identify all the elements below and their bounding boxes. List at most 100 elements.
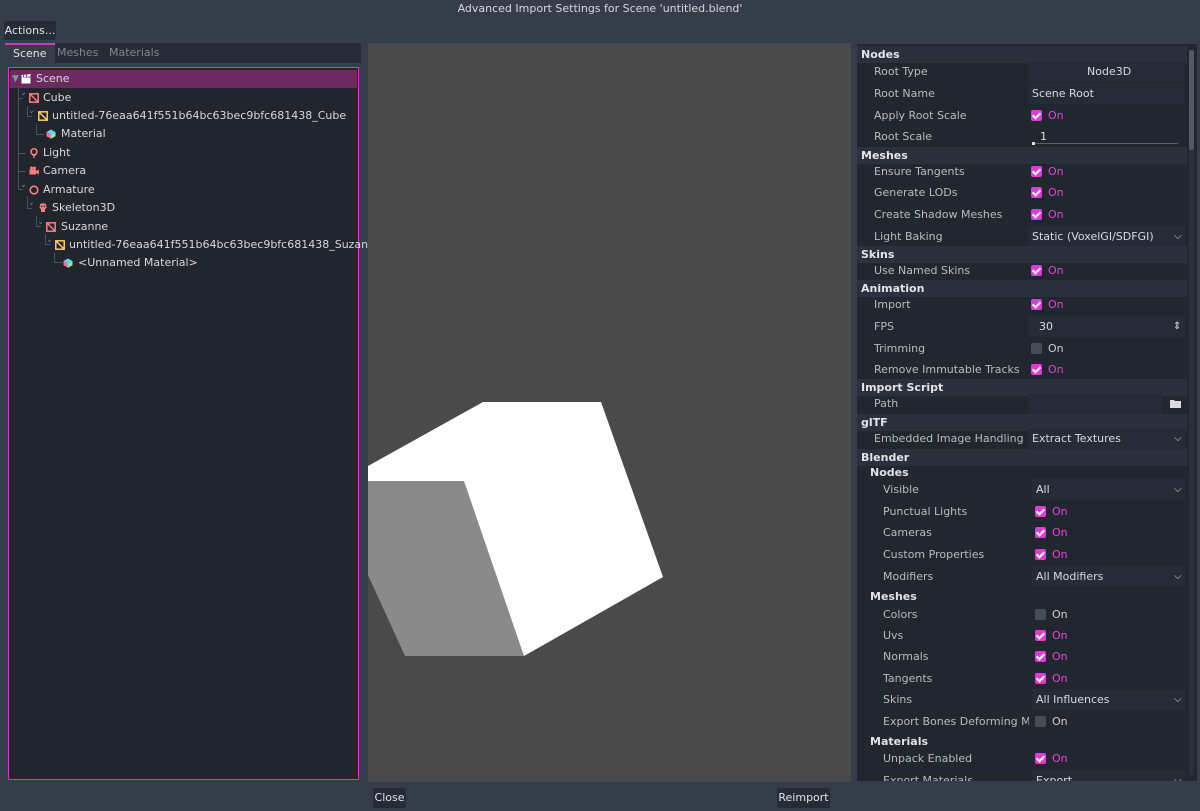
animation-import-checkbox[interactable] bbox=[1031, 299, 1042, 310]
use-named-skins-checkbox[interactable] bbox=[1031, 265, 1042, 276]
chevron-down-icon[interactable]: ⌵ bbox=[1174, 479, 1182, 500]
property-apply-root-scale[interactable]: Apply Root Scale On bbox=[857, 105, 1187, 126]
light-baking-dropdown[interactable]: Static (VoxelGI/SDFGI) bbox=[1032, 226, 1154, 247]
property-path[interactable]: Path bbox=[857, 393, 1187, 414]
close-button[interactable]: Close bbox=[373, 788, 406, 808]
path-input[interactable] bbox=[1028, 393, 1162, 414]
colors-checkbox[interactable] bbox=[1035, 609, 1046, 620]
folder-icon[interactable] bbox=[1170, 399, 1181, 408]
tree-item-label: Material bbox=[61, 127, 106, 140]
reimport-button[interactable]: Reimport bbox=[777, 788, 830, 808]
property-generate-lods[interactable]: Generate LODs On bbox=[857, 182, 1187, 203]
property-root-scale[interactable]: Root Scale 1 bbox=[857, 126, 1187, 147]
embedded-image-dropdown[interactable]: Extract Textures bbox=[1032, 428, 1121, 449]
property-use-named-skins[interactable]: Use Named Skins On bbox=[857, 260, 1187, 281]
property-uvs[interactable]: Uvs On bbox=[857, 625, 1187, 646]
mesh-icon bbox=[38, 111, 48, 121]
create-shadow-meshes-checkbox[interactable] bbox=[1031, 209, 1042, 220]
property-visible[interactable]: Visible All ⌵ bbox=[857, 479, 1187, 500]
export-bones-checkbox[interactable] bbox=[1035, 716, 1046, 727]
inspector-scrollbar-thumb[interactable] bbox=[1189, 50, 1194, 150]
property-remove-immutable-tracks[interactable]: Remove Immutable Tracks On bbox=[857, 359, 1187, 380]
chevron-down-icon[interactable]: ˅ bbox=[36, 218, 45, 236]
export-materials-dropdown[interactable]: Export bbox=[1036, 770, 1072, 781]
spinner-arrows-icon[interactable]: ⇕ bbox=[1173, 316, 1181, 337]
trimming-checkbox[interactable] bbox=[1031, 343, 1042, 354]
tree-item-label: Camera bbox=[43, 164, 87, 177]
chevron-down-icon[interactable]: ⌵ bbox=[1174, 689, 1182, 710]
mesh-instance-icon bbox=[46, 222, 56, 232]
tree-item-scene[interactable]: ▼ Scene bbox=[10, 70, 357, 88]
property-ensure-tangents[interactable]: Ensure Tangents On bbox=[857, 161, 1187, 182]
light-icon bbox=[30, 148, 38, 158]
tree-item-label: <Unnamed Material> bbox=[78, 256, 198, 269]
tree-item-label: Armature bbox=[43, 183, 95, 196]
actions-button[interactable]: Actions... bbox=[4, 21, 56, 40]
property-fps[interactable]: FPS 30 ⇕ bbox=[857, 316, 1187, 337]
chevron-down-icon[interactable]: ˅ bbox=[27, 107, 36, 125]
property-root-name[interactable]: Root Name Scene Root bbox=[857, 83, 1187, 104]
root-name-input[interactable]: Scene Root bbox=[1032, 83, 1094, 104]
property-embedded-image-handling[interactable]: Embedded Image Handling Extract Textures… bbox=[857, 428, 1187, 449]
mesh-icon bbox=[55, 240, 65, 250]
chevron-down-icon[interactable]: ˅ bbox=[19, 181, 28, 199]
chevron-down-icon[interactable]: ˅ bbox=[27, 199, 36, 217]
tab-meshes[interactable]: Meshes bbox=[49, 43, 106, 63]
property-normals[interactable]: Normals On bbox=[857, 646, 1187, 667]
property-custom-properties[interactable]: Custom Properties On bbox=[857, 544, 1187, 565]
import-inspector[interactable]: Nodes Root Type Node3D Root Name Scene R… bbox=[857, 44, 1197, 781]
property-modifiers[interactable]: Modifiers All Modifiers ⌵ bbox=[857, 566, 1187, 587]
property-trimming[interactable]: Trimming On bbox=[857, 338, 1187, 359]
skeleton-icon bbox=[39, 203, 47, 212]
subsection-blender-meshes[interactable]: Meshes bbox=[870, 588, 1197, 605]
custom-properties-checkbox[interactable] bbox=[1035, 549, 1046, 560]
chevron-down-icon[interactable]: ⌵ bbox=[1174, 226, 1182, 247]
skins-dropdown[interactable]: All Influences bbox=[1036, 689, 1110, 710]
material-icon bbox=[63, 258, 73, 268]
normals-checkbox[interactable] bbox=[1035, 651, 1046, 662]
remove-immutable-tracks-checkbox[interactable] bbox=[1031, 364, 1042, 375]
tab-scene[interactable]: Scene bbox=[5, 43, 55, 63]
clapperboard-icon bbox=[21, 74, 31, 84]
tab-materials[interactable]: Materials bbox=[101, 43, 167, 63]
property-root-type[interactable]: Root Type Node3D bbox=[857, 61, 1187, 82]
tree-item-label: untitled-76eaa641f551b64bc63bec9bfc68143… bbox=[52, 109, 347, 122]
chevron-down-icon[interactable]: ▼ bbox=[11, 70, 20, 88]
material-icon bbox=[46, 129, 56, 139]
root-type-value[interactable]: Node3D bbox=[1087, 61, 1131, 82]
property-create-shadow-meshes[interactable]: Create Shadow Meshes On bbox=[857, 204, 1187, 225]
property-punctual-lights[interactable]: Punctual Lights On bbox=[857, 501, 1187, 522]
property-light-baking[interactable]: Light Baking Static (VoxelGI/SDFGI) ⌵ bbox=[857, 226, 1187, 247]
tree-item-label: Scene bbox=[36, 72, 70, 85]
visible-dropdown[interactable]: All bbox=[1036, 479, 1050, 500]
chevron-down-icon[interactable]: ˅ bbox=[19, 89, 28, 107]
property-tangents[interactable]: Tangents On bbox=[857, 668, 1187, 689]
ensure-tangents-checkbox[interactable] bbox=[1031, 166, 1042, 177]
root-scale-slider[interactable] bbox=[1032, 143, 1178, 144]
armature-icon bbox=[29, 185, 39, 195]
chevron-down-icon[interactable]: ⌵ bbox=[1174, 770, 1182, 781]
property-colors[interactable]: Colors On bbox=[857, 604, 1187, 625]
tangents-checkbox[interactable] bbox=[1035, 673, 1046, 684]
3d-viewport[interactable] bbox=[368, 43, 851, 782]
property-export-materials[interactable]: Export Materials Export ⌵ bbox=[857, 770, 1187, 781]
property-cameras[interactable]: Cameras On bbox=[857, 522, 1187, 543]
apply-root-scale-checkbox[interactable] bbox=[1031, 110, 1042, 121]
property-skins[interactable]: Skins All Influences ⌵ bbox=[857, 689, 1187, 710]
fps-spinbox[interactable]: 30 bbox=[1039, 316, 1053, 337]
slider-handle[interactable] bbox=[1032, 142, 1035, 145]
property-export-bones[interactable]: Export Bones Deforming Mes... On bbox=[857, 711, 1187, 732]
unpack-enabled-checkbox[interactable] bbox=[1035, 753, 1046, 764]
scene-tree[interactable]: ▼ Scene ˅ Cube ˅ untitled-76eaa641f551b6… bbox=[8, 67, 382, 780]
modifiers-dropdown[interactable]: All Modifiers bbox=[1036, 566, 1103, 587]
chevron-down-icon[interactable]: ˅ bbox=[45, 236, 54, 254]
property-unpack-enabled[interactable]: Unpack Enabled On bbox=[857, 748, 1187, 769]
property-animation-import[interactable]: Import On bbox=[857, 294, 1187, 315]
uvs-checkbox[interactable] bbox=[1035, 630, 1046, 641]
punctual-lights-checkbox[interactable] bbox=[1035, 506, 1046, 517]
cameras-checkbox[interactable] bbox=[1035, 527, 1046, 538]
chevron-down-icon[interactable]: ⌵ bbox=[1174, 566, 1182, 587]
inspector-scrollbar[interactable] bbox=[1189, 50, 1194, 775]
chevron-down-icon[interactable]: ⌵ bbox=[1174, 428, 1182, 449]
generate-lods-checkbox[interactable] bbox=[1031, 187, 1042, 198]
